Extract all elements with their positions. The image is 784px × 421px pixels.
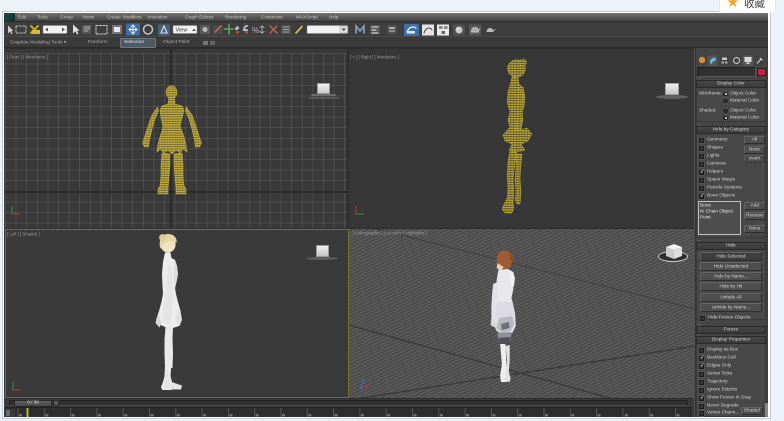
svg-text:View: View [176,28,188,34]
svg-text:%: % [252,26,259,35]
